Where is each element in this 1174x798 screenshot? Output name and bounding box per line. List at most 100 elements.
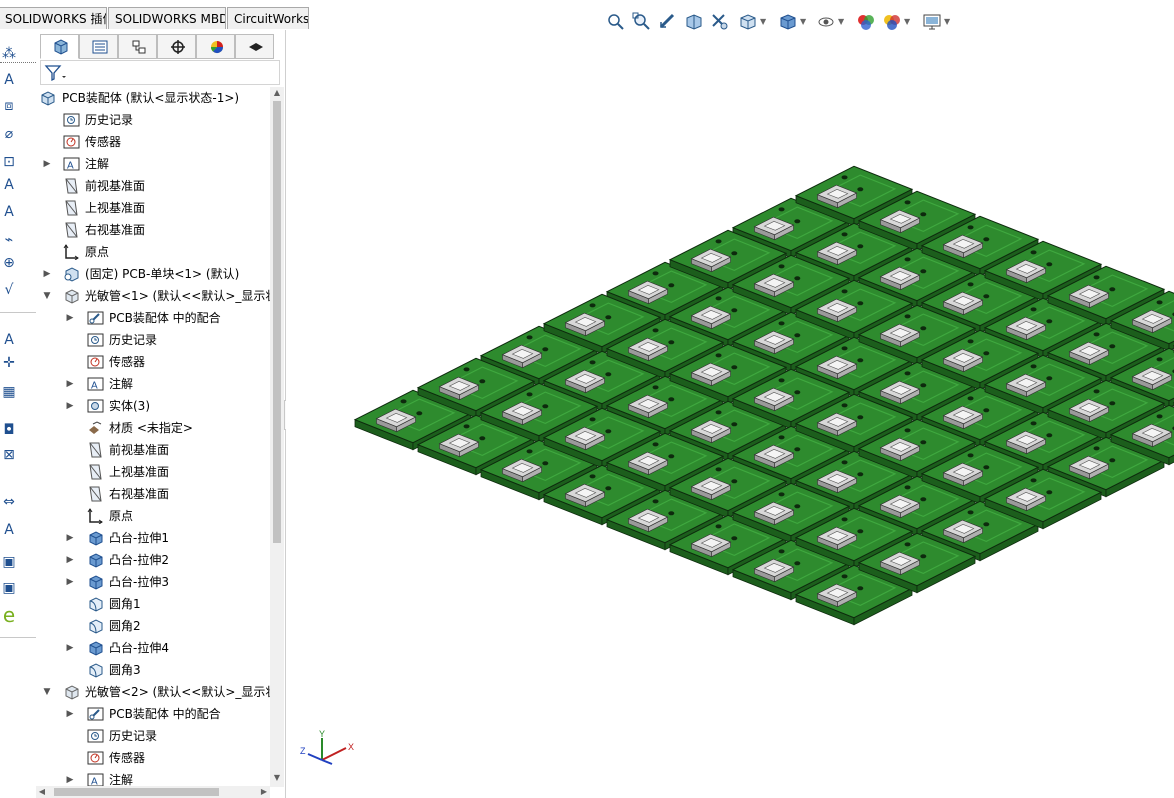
pcb-panel[interactable] <box>353 165 1174 626</box>
tree-node[interactable]: 上视基准面 <box>36 461 270 483</box>
tree-node[interactable]: 圆角3 <box>36 659 270 681</box>
tab-circuitworks[interactable]: CircuitWorks <box>227 7 309 29</box>
tree-expand-icon[interactable]: ▶ <box>65 769 75 787</box>
tree-node[interactable]: 右视基准面 <box>36 483 270 505</box>
tree-expand-icon[interactable]: ▶ <box>65 373 75 395</box>
tree-node[interactable]: ▶ PCB装配体 中的配合 <box>36 703 270 725</box>
dropdown-arrow-icon[interactable]: ▼ <box>760 17 768 26</box>
edrawings-icon[interactable]: e <box>0 605 18 625</box>
tree-node[interactable]: ▶ 凸台-拉伸3 <box>36 571 270 593</box>
tree-expand-icon[interactable]: ▶ <box>65 307 75 329</box>
auto-balloon-icon[interactable]: A <box>0 202 18 222</box>
scroll-right-icon[interactable]: ▶ <box>258 786 270 798</box>
tree-node[interactable]: 传感器 <box>36 131 270 153</box>
datum-icon[interactable]: ⧈ <box>0 96 18 116</box>
tree-node[interactable]: ▶ A 注解 <box>36 373 270 395</box>
dynamic-annotation-icon[interactable] <box>710 12 730 34</box>
tree-node[interactable]: 前视基准面 <box>36 439 270 461</box>
configurationmanager-tab[interactable] <box>118 34 157 59</box>
tree-node[interactable]: 历史记录 <box>36 725 270 747</box>
tree-node[interactable]: 圆角1 <box>36 593 270 615</box>
tree-node[interactable]: 圆角2 <box>36 615 270 637</box>
tree-node[interactable]: 原点 <box>36 505 270 527</box>
tree-node[interactable]: ▶ 凸台-拉伸1 <box>36 527 270 549</box>
tree-expand-icon[interactable]: ▶ <box>65 637 75 659</box>
tree-filter[interactable] <box>40 60 280 85</box>
previous-view-icon[interactable] <box>658 12 678 34</box>
tree-node[interactable]: 前视基准面 <box>36 175 270 197</box>
tree-expand-icon[interactable]: ▶ <box>65 395 75 417</box>
scroll-up-icon[interactable]: ▲ <box>270 87 284 99</box>
weld-symbol-icon[interactable]: ⌁ <box>0 230 18 250</box>
tree-node[interactable]: 上视基准面 <box>36 197 270 219</box>
tree-horizontal-scrollbar[interactable]: ◀ ▶ <box>36 786 270 798</box>
dropdown-arrow-icon[interactable]: ▼ <box>800 17 808 26</box>
table-icon[interactable]: ▦ <box>0 382 18 402</box>
view-orientation-icon[interactable] <box>738 12 758 34</box>
tree-node[interactable]: 原点 <box>36 241 270 263</box>
tree-node[interactable]: 右视基准面 <box>36 219 270 241</box>
cam-manager-tab[interactable] <box>235 34 274 59</box>
tree-node[interactable]: ▶ 凸台-拉伸4 <box>36 637 270 659</box>
propertymanager-tab[interactable] <box>79 34 118 59</box>
tree-expand-icon[interactable]: ▶ <box>42 153 52 175</box>
scroll-thumb[interactable] <box>273 101 281 543</box>
dimxpert-icon[interactable]: ⊡ <box>0 152 18 172</box>
tree-node[interactable]: ▶ PCB装配体 中的配合 <box>36 307 270 329</box>
display-style-icon[interactable] <box>778 12 798 34</box>
tree-node[interactable]: ▼ 光敏管<2> (默认<<默认>_显示状 <box>36 681 270 703</box>
tree-node[interactable]: 材质 <未指定> <box>36 417 270 439</box>
tree-node[interactable]: ▲PCB装配体 (默认<显示状态-1>) <box>36 87 270 109</box>
note-icon[interactable]: A <box>0 70 18 90</box>
hide-show-items-icon[interactable] <box>816 12 836 34</box>
tree-vertical-scrollbar[interactable]: ▲ ▼ <box>270 87 284 787</box>
surface-finish-icon[interactable]: √ <box>0 280 18 300</box>
zoom-to-area-icon[interactable] <box>632 12 652 34</box>
dropdown-arrow-icon[interactable]: ▼ <box>904 17 912 26</box>
tree-expand-icon[interactable]: ▶ <box>65 571 75 593</box>
tree-node[interactable]: 传感器 <box>36 747 270 769</box>
tree-expand-icon[interactable]: ▼ <box>42 681 52 703</box>
tab-solidworks-mbd[interactable]: SOLIDWORKS MBD <box>108 7 226 29</box>
model-break-icon[interactable]: ⊠ <box>0 445 18 465</box>
zoom-to-fit-icon[interactable] <box>606 12 626 34</box>
tab-solidworks-addins[interactable]: SOLIDWORKS 插件 <box>0 7 107 29</box>
tree-expand-icon[interactable]: ▶ <box>42 263 52 285</box>
edit-appearance-icon[interactable] <box>856 12 876 34</box>
featuremanager-tab[interactable] <box>40 34 79 59</box>
center-mark-icon[interactable]: ✛ <box>0 353 18 373</box>
tree-node[interactable]: 历史记录 <box>36 109 270 131</box>
tree-node[interactable]: 传感器 <box>36 351 270 373</box>
capture-view-icon[interactable]: ◘ <box>0 420 18 440</box>
section-view-icon[interactable] <box>684 12 704 34</box>
dimxpertmanager-tab[interactable] <box>157 34 196 59</box>
scroll-left-icon[interactable]: ◀ <box>36 786 48 798</box>
tree-expand-icon[interactable]: ▶ <box>65 527 75 549</box>
displaymanager-tab[interactable] <box>196 34 235 59</box>
tree-node[interactable]: ▶ (固定) PCB-单块<1> (默认) <box>36 263 270 285</box>
tree-node[interactable]: ▶ A 注解 <box>36 769 270 787</box>
annotation-view-icon[interactable]: A <box>0 520 18 540</box>
scroll-down-icon[interactable]: ▼ <box>270 772 284 784</box>
tree-node[interactable]: 历史记录 <box>36 329 270 351</box>
graphics-area[interactable] <box>286 30 1174 798</box>
dropdown-arrow-icon[interactable]: ▼ <box>838 17 846 26</box>
tree-expand-icon[interactable]: ▶ <box>65 703 75 725</box>
smart-dimension-icon[interactable]: ⁂ <box>0 44 18 64</box>
tree-node[interactable]: ▶ 凸台-拉伸2 <box>36 549 270 571</box>
publish-3d-pdf-icon[interactable]: ▣ <box>0 578 18 598</box>
tree-node[interactable]: ▶ 实体(3) <box>36 395 270 417</box>
tree-node[interactable]: ▶ A 注解 <box>36 153 270 175</box>
text-icon[interactable]: A <box>0 330 18 350</box>
geometric-tolerance-icon[interactable]: ⊕ <box>0 253 18 273</box>
pcb-assembly-model[interactable] <box>286 30 1174 798</box>
scroll-thumb-horizontal[interactable] <box>54 788 219 796</box>
tree-node[interactable]: ▼ 光敏管<1> (默认<<默认>_显示状 <box>36 285 270 307</box>
tree-expand-icon[interactable]: ▶ <box>65 549 75 571</box>
publish-pdf-icon[interactable]: ▣ <box>0 552 18 572</box>
hole-callout-icon[interactable]: ⌀ <box>0 124 18 144</box>
dropdown-arrow-icon[interactable]: ▼ <box>944 17 952 26</box>
dimension-arrange-icon[interactable]: ⇔ <box>0 492 18 512</box>
balloon-icon[interactable]: A <box>0 175 18 195</box>
tree-expand-icon[interactable]: ▼ <box>42 285 52 307</box>
